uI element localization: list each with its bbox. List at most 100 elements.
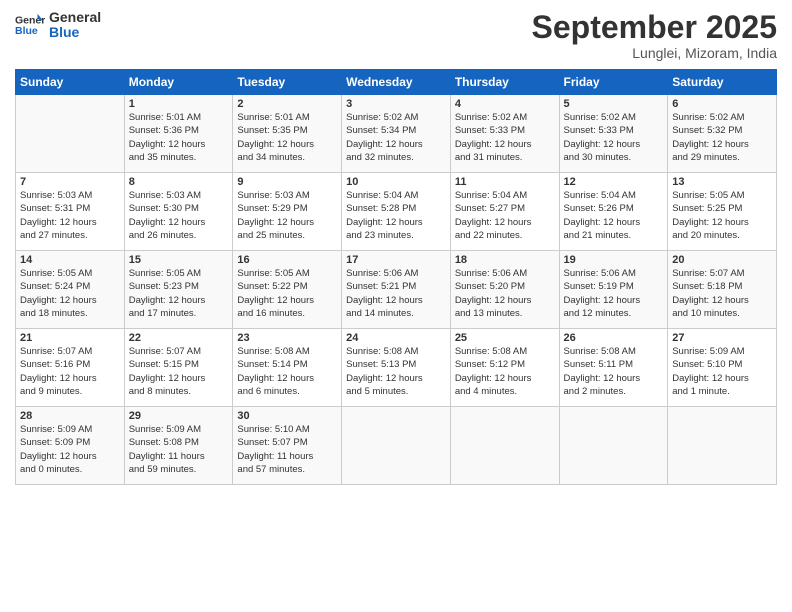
- day-info: Sunrise: 5:05 AM Sunset: 5:22 PM Dayligh…: [237, 267, 337, 320]
- calendar-cell: 17Sunrise: 5:06 AM Sunset: 5:21 PM Dayli…: [342, 251, 451, 329]
- calendar-cell: 27Sunrise: 5:09 AM Sunset: 5:10 PM Dayli…: [668, 329, 777, 407]
- calendar-cell: [559, 407, 668, 485]
- weekday-header-friday: Friday: [559, 70, 668, 95]
- location: Lunglei, Mizoram, India: [532, 45, 777, 61]
- calendar-cell: 23Sunrise: 5:08 AM Sunset: 5:14 PM Dayli…: [233, 329, 342, 407]
- day-info: Sunrise: 5:07 AM Sunset: 5:16 PM Dayligh…: [20, 345, 120, 398]
- day-info: Sunrise: 5:01 AM Sunset: 5:35 PM Dayligh…: [237, 111, 337, 164]
- calendar-header-row: SundayMondayTuesdayWednesdayThursdayFrid…: [16, 70, 777, 95]
- day-info: Sunrise: 5:05 AM Sunset: 5:25 PM Dayligh…: [672, 189, 772, 242]
- day-info: Sunrise: 5:07 AM Sunset: 5:18 PM Dayligh…: [672, 267, 772, 320]
- day-info: Sunrise: 5:03 AM Sunset: 5:30 PM Dayligh…: [129, 189, 229, 242]
- day-number: 29: [129, 410, 229, 422]
- calendar-cell: 29Sunrise: 5:09 AM Sunset: 5:08 PM Dayli…: [124, 407, 233, 485]
- calendar-cell: 6Sunrise: 5:02 AM Sunset: 5:32 PM Daylig…: [668, 95, 777, 173]
- calendar-cell: 24Sunrise: 5:08 AM Sunset: 5:13 PM Dayli…: [342, 329, 451, 407]
- weekday-header-tuesday: Tuesday: [233, 70, 342, 95]
- day-info: Sunrise: 5:09 AM Sunset: 5:10 PM Dayligh…: [672, 345, 772, 398]
- calendar-cell: 19Sunrise: 5:06 AM Sunset: 5:19 PM Dayli…: [559, 251, 668, 329]
- day-number: 20: [672, 254, 772, 266]
- day-info: Sunrise: 5:03 AM Sunset: 5:29 PM Dayligh…: [237, 189, 337, 242]
- calendar-cell: 15Sunrise: 5:05 AM Sunset: 5:23 PM Dayli…: [124, 251, 233, 329]
- calendar-week-2: 7Sunrise: 5:03 AM Sunset: 5:31 PM Daylig…: [16, 173, 777, 251]
- calendar-cell: 13Sunrise: 5:05 AM Sunset: 5:25 PM Dayli…: [668, 173, 777, 251]
- day-info: Sunrise: 5:09 AM Sunset: 5:09 PM Dayligh…: [20, 423, 120, 476]
- calendar-cell: 7Sunrise: 5:03 AM Sunset: 5:31 PM Daylig…: [16, 173, 125, 251]
- day-info: Sunrise: 5:08 AM Sunset: 5:12 PM Dayligh…: [455, 345, 555, 398]
- day-number: 7: [20, 176, 120, 188]
- calendar-cell: 30Sunrise: 5:10 AM Sunset: 5:07 PM Dayli…: [233, 407, 342, 485]
- calendar-cell: [450, 407, 559, 485]
- day-number: 16: [237, 254, 337, 266]
- day-number: 21: [20, 332, 120, 344]
- calendar-cell: 12Sunrise: 5:04 AM Sunset: 5:26 PM Dayli…: [559, 173, 668, 251]
- day-info: Sunrise: 5:03 AM Sunset: 5:31 PM Dayligh…: [20, 189, 120, 242]
- day-info: Sunrise: 5:02 AM Sunset: 5:34 PM Dayligh…: [346, 111, 446, 164]
- weekday-header-wednesday: Wednesday: [342, 70, 451, 95]
- calendar-cell: 5Sunrise: 5:02 AM Sunset: 5:33 PM Daylig…: [559, 95, 668, 173]
- calendar-cell: 11Sunrise: 5:04 AM Sunset: 5:27 PM Dayli…: [450, 173, 559, 251]
- day-info: Sunrise: 5:08 AM Sunset: 5:11 PM Dayligh…: [564, 345, 664, 398]
- day-number: 2: [237, 98, 337, 110]
- calendar-cell: 9Sunrise: 5:03 AM Sunset: 5:29 PM Daylig…: [233, 173, 342, 251]
- day-info: Sunrise: 5:08 AM Sunset: 5:14 PM Dayligh…: [237, 345, 337, 398]
- day-number: 4: [455, 98, 555, 110]
- svg-text:Blue: Blue: [15, 25, 38, 37]
- day-info: Sunrise: 5:02 AM Sunset: 5:33 PM Dayligh…: [564, 111, 664, 164]
- day-number: 3: [346, 98, 446, 110]
- day-info: Sunrise: 5:04 AM Sunset: 5:26 PM Dayligh…: [564, 189, 664, 242]
- weekday-header-saturday: Saturday: [668, 70, 777, 95]
- day-info: Sunrise: 5:06 AM Sunset: 5:20 PM Dayligh…: [455, 267, 555, 320]
- calendar-cell: 16Sunrise: 5:05 AM Sunset: 5:22 PM Dayli…: [233, 251, 342, 329]
- weekday-header-monday: Monday: [124, 70, 233, 95]
- calendar-cell: 10Sunrise: 5:04 AM Sunset: 5:28 PM Dayli…: [342, 173, 451, 251]
- day-number: 19: [564, 254, 664, 266]
- day-number: 12: [564, 176, 664, 188]
- calendar-cell: 3Sunrise: 5:02 AM Sunset: 5:34 PM Daylig…: [342, 95, 451, 173]
- calendar-cell: 21Sunrise: 5:07 AM Sunset: 5:16 PM Dayli…: [16, 329, 125, 407]
- calendar-week-4: 21Sunrise: 5:07 AM Sunset: 5:16 PM Dayli…: [16, 329, 777, 407]
- calendar-cell: 25Sunrise: 5:08 AM Sunset: 5:12 PM Dayli…: [450, 329, 559, 407]
- day-number: 23: [237, 332, 337, 344]
- calendar-cell: [668, 407, 777, 485]
- day-number: 10: [346, 176, 446, 188]
- calendar-cell: 18Sunrise: 5:06 AM Sunset: 5:20 PM Dayli…: [450, 251, 559, 329]
- calendar-cell: 14Sunrise: 5:05 AM Sunset: 5:24 PM Dayli…: [16, 251, 125, 329]
- day-number: 30: [237, 410, 337, 422]
- month-title: September 2025: [532, 10, 777, 45]
- day-info: Sunrise: 5:06 AM Sunset: 5:19 PM Dayligh…: [564, 267, 664, 320]
- calendar-cell: 26Sunrise: 5:08 AM Sunset: 5:11 PM Dayli…: [559, 329, 668, 407]
- day-number: 1: [129, 98, 229, 110]
- calendar-table: SundayMondayTuesdayWednesdayThursdayFrid…: [15, 69, 777, 485]
- calendar-cell: 2Sunrise: 5:01 AM Sunset: 5:35 PM Daylig…: [233, 95, 342, 173]
- day-number: 5: [564, 98, 664, 110]
- calendar-cell: 28Sunrise: 5:09 AM Sunset: 5:09 PM Dayli…: [16, 407, 125, 485]
- day-info: Sunrise: 5:10 AM Sunset: 5:07 PM Dayligh…: [237, 423, 337, 476]
- day-number: 26: [564, 332, 664, 344]
- logo: General Blue General Blue: [15, 10, 101, 41]
- weekday-header-thursday: Thursday: [450, 70, 559, 95]
- calendar-cell: 4Sunrise: 5:02 AM Sunset: 5:33 PM Daylig…: [450, 95, 559, 173]
- day-info: Sunrise: 5:04 AM Sunset: 5:27 PM Dayligh…: [455, 189, 555, 242]
- day-number: 24: [346, 332, 446, 344]
- day-info: Sunrise: 5:04 AM Sunset: 5:28 PM Dayligh…: [346, 189, 446, 242]
- day-number: 28: [20, 410, 120, 422]
- day-info: Sunrise: 5:06 AM Sunset: 5:21 PM Dayligh…: [346, 267, 446, 320]
- day-info: Sunrise: 5:01 AM Sunset: 5:36 PM Dayligh…: [129, 111, 229, 164]
- day-number: 22: [129, 332, 229, 344]
- day-number: 25: [455, 332, 555, 344]
- calendar-cell: 1Sunrise: 5:01 AM Sunset: 5:36 PM Daylig…: [124, 95, 233, 173]
- day-number: 14: [20, 254, 120, 266]
- calendar-cell: 8Sunrise: 5:03 AM Sunset: 5:30 PM Daylig…: [124, 173, 233, 251]
- day-info: Sunrise: 5:07 AM Sunset: 5:15 PM Dayligh…: [129, 345, 229, 398]
- weekday-header-sunday: Sunday: [16, 70, 125, 95]
- day-info: Sunrise: 5:09 AM Sunset: 5:08 PM Dayligh…: [129, 423, 229, 476]
- day-number: 17: [346, 254, 446, 266]
- calendar-cell: 22Sunrise: 5:07 AM Sunset: 5:15 PM Dayli…: [124, 329, 233, 407]
- day-number: 11: [455, 176, 555, 188]
- day-info: Sunrise: 5:08 AM Sunset: 5:13 PM Dayligh…: [346, 345, 446, 398]
- day-number: 18: [455, 254, 555, 266]
- calendar-cell: 20Sunrise: 5:07 AM Sunset: 5:18 PM Dayli…: [668, 251, 777, 329]
- day-info: Sunrise: 5:05 AM Sunset: 5:24 PM Dayligh…: [20, 267, 120, 320]
- day-info: Sunrise: 5:05 AM Sunset: 5:23 PM Dayligh…: [129, 267, 229, 320]
